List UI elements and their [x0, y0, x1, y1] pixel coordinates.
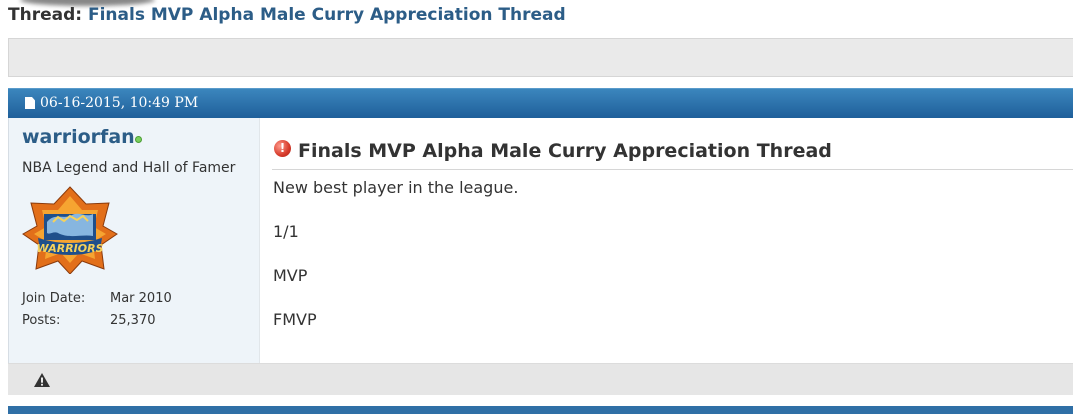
post-title-text: Finals MVP Alpha Male Curry Appreciation…	[298, 140, 832, 162]
avatar-logo-text: WARRIORS	[36, 242, 103, 255]
user-stats: Join Date: Mar 2010 Posts: 25,370	[22, 288, 172, 332]
avatar[interactable]: WARRIORS	[22, 186, 118, 275]
user-info-panel: warriorfan NBA Legend and Hall of Famer …	[8, 118, 260, 363]
warriors-logo-icon: WARRIORS	[22, 186, 118, 275]
join-date-label: Join Date:	[22, 291, 86, 306]
message-line: FMVP	[273, 310, 317, 329]
posts-row: Posts: 25,370	[22, 310, 172, 332]
username-link[interactable]: warriorfan	[22, 126, 135, 148]
thread-toolbar	[8, 38, 1073, 77]
forum-thread-page: Thread: Finals MVP Alpha Male Curry Appr…	[0, 0, 1073, 414]
post-body: ! Finals MVP Alpha Male Curry Appreciati…	[260, 118, 1073, 363]
user-title: NBA Legend and Hall of Famer	[22, 160, 236, 176]
post-title: ! Finals MVP Alpha Male Curry Appreciati…	[272, 138, 1073, 170]
join-date-value: Mar 2010	[110, 291, 172, 306]
message-line: MVP	[273, 266, 308, 285]
warning-triangle-icon[interactable]	[33, 372, 51, 388]
online-status-icon	[135, 136, 142, 143]
posts-label: Posts:	[22, 313, 61, 328]
thread-heading: Thread: Finals MVP Alpha Male Curry Appr…	[8, 5, 566, 25]
thread-prefix: Thread:	[8, 5, 83, 25]
thread-title-link[interactable]: Finals MVP Alpha Male Curry Appreciation…	[88, 5, 566, 25]
post-message: New best player in the league. 1/1 MVP F…	[273, 178, 518, 354]
page-icon	[25, 97, 35, 109]
posts-value: 25,370	[110, 313, 156, 328]
post-footer	[8, 363, 1073, 395]
post-date: 06-16-2015, 10:49 PM	[40, 95, 199, 111]
exclamation-icon: !	[274, 140, 291, 157]
post-header: 06-16-2015, 10:49 PM	[8, 88, 1073, 118]
message-line: New best player in the league.	[273, 178, 519, 197]
message-line: 1/1	[273, 222, 299, 241]
next-post-header	[8, 406, 1073, 414]
join-date-row: Join Date: Mar 2010	[22, 288, 172, 310]
